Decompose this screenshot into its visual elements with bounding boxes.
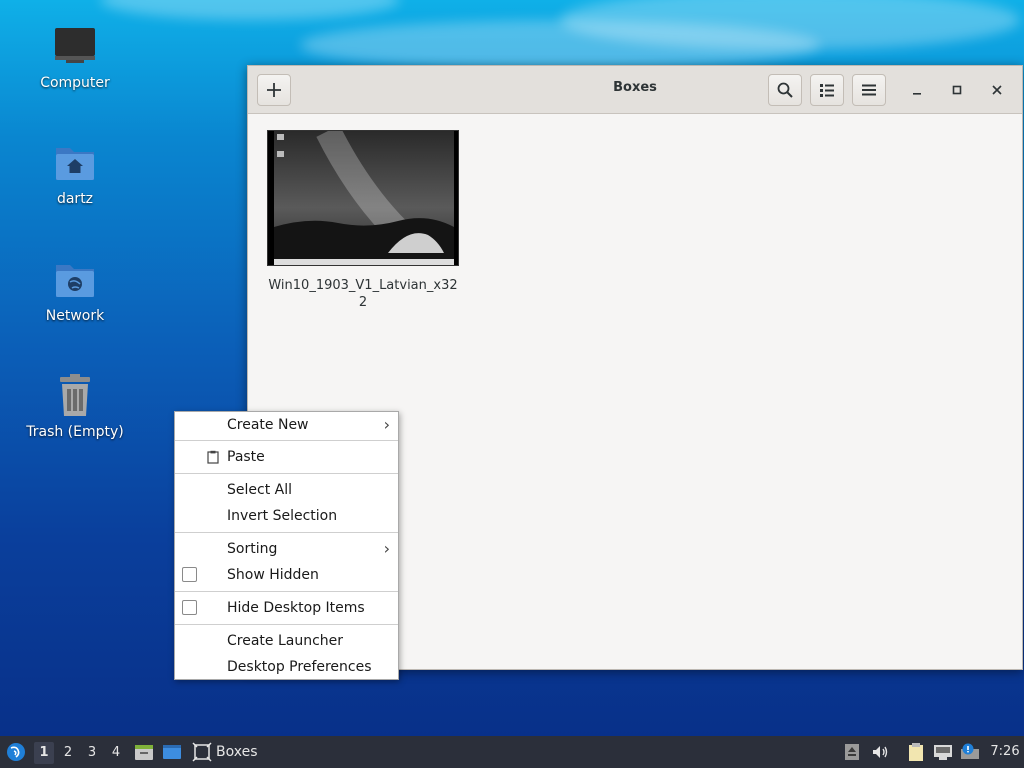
menu-item-show-hidden[interactable]: Show Hidden: [175, 562, 398, 588]
menu-item-paste[interactable]: Paste: [175, 444, 398, 470]
application-menu-button[interactable]: [4, 740, 28, 764]
desktop-icon-label: dartz: [56, 191, 94, 207]
eject-icon: [845, 744, 859, 760]
show-desktop-launcher[interactable]: [161, 741, 183, 763]
desktop-icon-label: Trash (Empty): [26, 424, 124, 440]
show-hidden-checkbox[interactable]: [182, 567, 197, 582]
menu-separator: [175, 440, 398, 441]
minimize-icon: [913, 93, 921, 95]
close-icon: [992, 85, 1002, 95]
headerbar[interactable]: Boxes: [248, 66, 1022, 114]
workspace-4[interactable]: 4: [106, 742, 126, 764]
tray-eject[interactable]: [842, 742, 862, 762]
desktop-icon-label: Computer: [40, 75, 110, 91]
menu-item-label: Select All: [227, 482, 292, 498]
vm-tile[interactable]: Win10_1903_V1_Latvian_x322: [267, 130, 459, 311]
plus-icon: [267, 83, 281, 97]
computer-icon: [55, 28, 95, 63]
taskbar-item-boxes[interactable]: Boxes: [192, 740, 312, 764]
minimize-button[interactable]: [905, 78, 929, 102]
network-wired-icon: [934, 745, 952, 760]
menu-item-label: Desktop Preferences: [227, 659, 372, 675]
main-menu-button[interactable]: [852, 74, 886, 106]
desktop-icon-network[interactable]: Network: [10, 257, 140, 325]
menu-item-label: Hide Desktop Items: [227, 600, 365, 616]
home-folder-icon: [56, 148, 94, 180]
menu-item-select-all[interactable]: Select All: [175, 477, 398, 503]
workspace-3[interactable]: 3: [82, 742, 102, 764]
new-box-button[interactable]: [257, 74, 291, 106]
boxes-app-icon: [192, 742, 212, 762]
bottom-panel: 1 2 3 4 Boxes 7:26: [0, 736, 1024, 768]
vm-name-label: Win10_1903_V1_Latvian_x322: [268, 278, 458, 310]
desktop-icon-trash[interactable]: Trash (Empty): [10, 373, 140, 441]
menu-item-label: Create Launcher: [227, 633, 344, 649]
tray-volume[interactable]: [870, 742, 890, 762]
view-toggle-button[interactable]: [810, 74, 844, 106]
vm-thumbnail: [267, 130, 459, 266]
hamburger-menu-icon: [862, 84, 876, 96]
workspace-2[interactable]: 2: [58, 742, 78, 764]
maximize-button[interactable]: [945, 78, 969, 102]
menu-item-hide-desktop-items[interactable]: Hide Desktop Items: [175, 595, 398, 621]
chevron-right-icon: ›: [383, 539, 390, 558]
vm-screen-thumbnail-image: [274, 131, 454, 265]
menu-item-label: Sorting: [227, 541, 278, 557]
menu-item-label: Show Hidden: [227, 567, 319, 583]
desktop-icon-label: Network: [45, 308, 105, 324]
clipboard-icon: [207, 450, 219, 464]
chevron-right-icon: ›: [383, 415, 390, 434]
volume-icon: [873, 746, 888, 758]
workspace-1[interactable]: 1: [34, 742, 54, 764]
menu-item-sorting[interactable]: Sorting ›: [175, 536, 398, 562]
maximize-icon: [952, 85, 962, 95]
close-button[interactable]: [985, 78, 1009, 102]
hide-desktop-items-checkbox[interactable]: [182, 600, 197, 615]
menu-item-create-launcher[interactable]: Create Launcher: [175, 628, 398, 654]
trash-icon: [60, 374, 90, 416]
lxqt-logo-icon: [7, 743, 25, 761]
taskbar-item-label: Boxes: [216, 744, 258, 760]
list-view-icon: [820, 84, 834, 97]
update-notification-icon: [961, 743, 979, 759]
menu-separator: [175, 591, 398, 592]
tray-network[interactable]: [933, 742, 953, 762]
desktop-icon-computer[interactable]: Computer: [10, 24, 140, 92]
desktop-icon: [163, 745, 181, 759]
menu-item-label: Invert Selection: [227, 508, 338, 524]
network-folder-icon: [56, 265, 94, 297]
tray-updates[interactable]: [960, 742, 980, 762]
file-manager-icon: [135, 745, 153, 760]
menu-item-create-new[interactable]: Create New ›: [175, 412, 398, 438]
menu-separator: [175, 532, 398, 533]
menu-item-label: Create New: [227, 417, 309, 433]
menu-separator: [175, 473, 398, 474]
search-icon: [777, 82, 793, 98]
desktop-icon-home-folder[interactable]: dartz: [10, 140, 140, 208]
file-manager-launcher[interactable]: [133, 741, 155, 763]
menu-item-invert-selection[interactable]: Invert Selection: [175, 503, 398, 529]
clock[interactable]: 7:26: [988, 744, 1022, 759]
menu-item-label: Paste: [227, 449, 265, 465]
menu-separator: [175, 624, 398, 625]
clipboard-manager-icon: [909, 743, 923, 761]
desktop-context-menu: Create New › Paste Select All Invert Sel…: [174, 411, 399, 680]
menu-item-desktop-preferences[interactable]: Desktop Preferences: [175, 654, 398, 680]
tray-clipboard[interactable]: [906, 742, 926, 762]
search-button[interactable]: [768, 74, 802, 106]
